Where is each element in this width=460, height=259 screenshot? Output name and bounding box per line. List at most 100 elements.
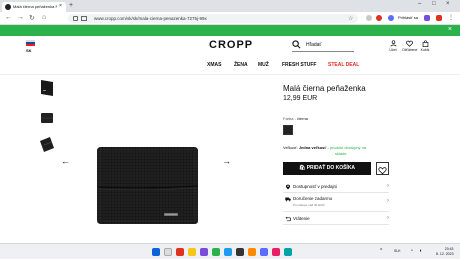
tab-title: Malá čierna peňaženka Farba čierna: [13, 4, 57, 9]
account-icon[interactable]: [424, 15, 430, 21]
wallet-thumbnail-image: [41, 80, 53, 96]
taskbar: ^ SLK ◔ ◖ 20:43 8. 12. 2023: [0, 243, 460, 259]
thumbnail-3[interactable]: [38, 132, 56, 156]
accordion-returns[interactable]: Vrátenie ›: [283, 215, 389, 225]
color-label: Farba - čierna: [283, 116, 308, 121]
cart-label: Košík: [420, 48, 430, 52]
star-icon[interactable]: ☆: [348, 15, 353, 22]
app-icon[interactable]: [272, 248, 280, 256]
user-icon: [389, 40, 397, 47]
back-icon[interactable]: ←: [5, 14, 12, 21]
volume-icon[interactable]: ◖: [419, 248, 422, 254]
maximize-button[interactable]: □: [432, 1, 436, 7]
search-icon[interactable]: [292, 40, 301, 49]
menu-item-zena[interactable]: ŽENA: [234, 62, 248, 68]
add-to-cart-button[interactable]: 🛍 PRIDAŤ DO KOŠÍKA: [283, 162, 371, 175]
product-price: 12,99 EUR: [283, 95, 318, 102]
chevron-right-icon: ›: [387, 183, 389, 189]
cart-button[interactable]: Košík: [418, 40, 432, 52]
stock-status-line2: sklade: [335, 151, 347, 156]
bag-icon: 🛍: [298, 165, 306, 171]
app-icon[interactable]: [248, 248, 256, 256]
app-icon[interactable]: [224, 248, 232, 256]
menu-dots-icon[interactable]: ⋮: [448, 14, 454, 21]
address-bar[interactable]: www.cropp.com/sk/sk/mala-cierna-penazenk…: [68, 14, 358, 23]
browser-tab[interactable]: Malá čierna peňaženka Farba čierna ×: [2, 2, 66, 12]
delivery-sub: Pri nákupe nad 40 EUR: [293, 203, 325, 207]
search-icon[interactable]: [164, 248, 172, 256]
browser-toolbar: ← → ↻ ⌂ www.cropp.com/sk/sk/mala-cierna-…: [0, 12, 460, 25]
tray-language[interactable]: SLK: [394, 249, 401, 253]
app-icon[interactable]: [236, 248, 244, 256]
wishlist-button[interactable]: Obľúbené: [402, 40, 418, 52]
gallery-prev-button[interactable]: ←: [61, 156, 70, 166]
profile-label[interactable]: Prihlásiť sa: [398, 15, 418, 20]
country-flag-icon[interactable]: [26, 40, 35, 46]
home-icon[interactable]: ⌂: [42, 14, 46, 21]
size-value: Jedna veľkosť: [298, 145, 327, 150]
availability-label: Dostupnosť v predajni: [293, 184, 337, 189]
menu-item-xmas[interactable]: XMAS: [207, 62, 221, 68]
menu-divider: [0, 74, 460, 75]
location-pin-icon: [285, 184, 291, 190]
wallet-thumbnail-image: [40, 137, 54, 152]
extension-icon[interactable]: [366, 15, 372, 21]
app-icon[interactable]: [212, 248, 220, 256]
file-explorer-icon[interactable]: [188, 248, 196, 256]
size-label: Veľkosť:: [283, 145, 298, 150]
reload-icon[interactable]: ↻: [29, 14, 35, 22]
heart-icon: [405, 40, 413, 47]
app-icon[interactable]: [176, 248, 184, 256]
menu-item-fresh-stuff[interactable]: FRESH STUFF: [282, 62, 316, 68]
start-icon[interactable]: [152, 248, 160, 256]
promo-banner: ×: [0, 25, 460, 36]
heart-icon: [378, 167, 387, 175]
menu-item-steal-deal[interactable]: STEAL DEAL: [328, 62, 359, 68]
app-icon[interactable]: [200, 248, 208, 256]
close-window-button[interactable]: ×: [446, 1, 450, 7]
color-value: čierna: [297, 116, 308, 121]
add-to-cart-label: PRIDAŤ DO KOŠÍKA: [306, 165, 356, 171]
tab-close-button[interactable]: ×: [59, 3, 62, 9]
add-to-wishlist-button[interactable]: [376, 162, 389, 175]
notification-icon[interactable]: [436, 15, 442, 21]
search-input[interactable]: Hľadať: [306, 42, 321, 48]
cropp-logo[interactable]: CROPP: [209, 39, 253, 51]
truck-icon: [285, 197, 291, 202]
stock-status: produkt dostupný na: [329, 145, 367, 150]
account-button[interactable]: Účet: [386, 40, 400, 52]
tray-chevron-icon[interactable]: ^: [380, 248, 382, 254]
accordion-delivery[interactable]: Doručenie zadarmo Pri nákupe nad 40 EUR …: [283, 195, 389, 212]
menu-item-muz[interactable]: MUŽ: [258, 62, 269, 68]
browser-tab-bar: Malá čierna peňaženka Farba čierna × + –…: [0, 0, 460, 12]
profile-avatar[interactable]: [388, 15, 394, 21]
taskbar-clock[interactable]: 20:43 8. 12. 2023: [436, 247, 454, 257]
app-icon[interactable]: [260, 248, 268, 256]
bag-icon: [422, 40, 428, 47]
wifi-icon[interactable]: ◔: [410, 248, 413, 254]
search-underline: [292, 51, 354, 52]
favicon-icon: [5, 4, 11, 10]
thumbnail-1[interactable]: [38, 76, 56, 100]
addon-icon[interactable]: [376, 15, 382, 21]
wishlist-label: Obľúbené: [402, 48, 418, 52]
new-tab-button[interactable]: +: [69, 2, 73, 9]
forward-icon[interactable]: →: [17, 14, 24, 21]
banner-close-button[interactable]: ×: [448, 26, 452, 33]
color-label-text: Farba: [283, 116, 294, 121]
return-icon: [285, 216, 291, 222]
color-swatch-black[interactable]: [283, 125, 293, 135]
chevron-right-icon: ›: [387, 215, 389, 221]
wallet-thumbnail-image: [41, 113, 53, 123]
thumbnail-2[interactable]: [38, 106, 56, 130]
url-text: www.cropp.com/sk/sk/mala-cierna-penazenk…: [94, 16, 207, 21]
product-title: Malá čierna peňaženka: [283, 84, 366, 93]
accordion-availability[interactable]: Dostupnosť v predajni ›: [283, 183, 389, 193]
minimize-button[interactable]: –: [418, 1, 421, 7]
language-code[interactable]: SK: [26, 48, 32, 53]
returns-label: Vrátenie: [293, 216, 310, 221]
gallery-next-button[interactable]: →: [222, 156, 231, 166]
app-icon[interactable]: [284, 248, 292, 256]
account-label: Účet: [389, 48, 397, 52]
chevron-right-icon: ›: [387, 198, 389, 204]
